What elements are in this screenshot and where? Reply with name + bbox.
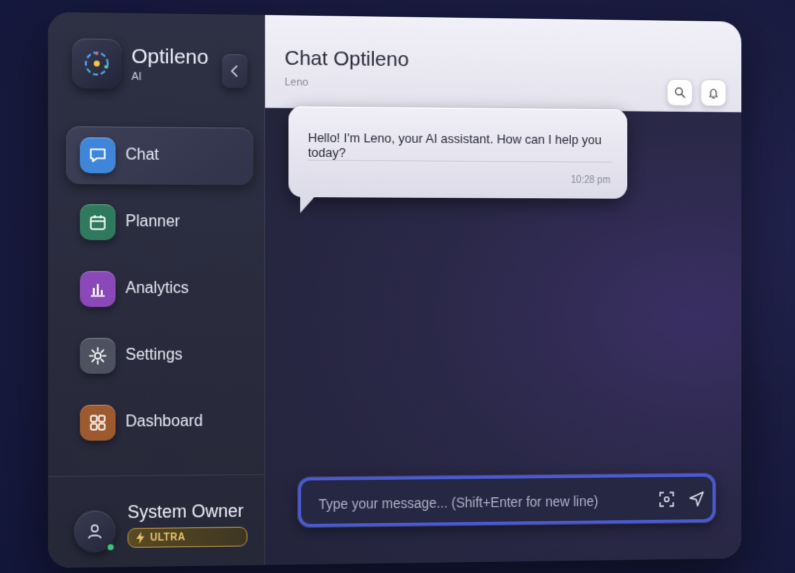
sidebar-item-label: Analytics <box>125 280 189 297</box>
collapse-sidebar-button[interactable] <box>222 54 248 89</box>
lightning-icon <box>136 531 145 544</box>
message-composer <box>298 473 716 528</box>
calendar-icon <box>79 204 116 241</box>
bar-chart-icon <box>79 271 116 307</box>
sidebar-item-chat[interactable]: Chat <box>65 126 254 186</box>
sidebar-item-label: Planner <box>125 213 180 231</box>
sidebar: Optileno AI Chat Planner Analytics Setti… <box>48 12 266 568</box>
sidebar-item-dashboard[interactable]: Dashboard <box>66 393 253 452</box>
sidebar-item-label: Chat <box>125 146 159 164</box>
send-icon <box>688 490 705 508</box>
online-status-dot <box>105 542 116 553</box>
message-text: Hello! I'm Leno, your AI assistant. How … <box>307 130 602 160</box>
user-name: System Owner <box>127 500 244 523</box>
page-title: Chat Optileno <box>284 46 409 72</box>
send-button[interactable] <box>686 488 707 510</box>
user-icon <box>86 522 104 540</box>
sidebar-nav: Chat Planner Analytics Settings Dashboar… <box>65 126 254 461</box>
notifications-button[interactable] <box>700 79 727 107</box>
chat-subtitle: Leno <box>284 76 309 89</box>
assistant-message: Hello! I'm Leno, your AI assistant. How … <box>288 106 628 199</box>
grid-icon <box>79 404 116 441</box>
plan-badge-label: ULTRA <box>150 531 186 544</box>
user-panel[interactable]: System Owner ULTRA <box>48 473 266 568</box>
chat-icon <box>79 137 116 174</box>
sidebar-item-settings[interactable]: Settings <box>66 327 253 385</box>
chevron-left-icon <box>230 65 240 77</box>
message-timestamp: 10:28 pm <box>570 175 611 187</box>
message-tail <box>300 191 320 214</box>
brand-name: Optileno <box>131 45 209 69</box>
search-button[interactable] <box>666 78 693 107</box>
gear-icon <box>79 337 116 374</box>
sidebar-item-analytics[interactable]: Analytics <box>66 260 253 318</box>
message-input[interactable] <box>318 490 634 514</box>
app-window: Optileno AI Chat Planner Analytics Setti… <box>48 12 742 568</box>
brand-subtitle: AI <box>131 70 142 83</box>
bell-icon <box>708 86 719 99</box>
scan-button[interactable] <box>656 489 677 511</box>
brand: Optileno AI <box>71 38 209 89</box>
chat-panel: Chat Optileno Leno Hello! I'm Leno, your… <box>265 15 742 565</box>
sidebar-item-label: Dashboard <box>125 413 203 431</box>
sidebar-item-label: Settings <box>125 346 183 364</box>
chat-header: Chat Optileno Leno <box>265 15 742 113</box>
plan-badge: ULTRA <box>127 526 248 548</box>
logo-icon <box>71 38 122 89</box>
sidebar-item-planner[interactable]: Planner <box>66 193 253 251</box>
scan-icon <box>659 491 674 507</box>
search-icon <box>674 87 685 99</box>
